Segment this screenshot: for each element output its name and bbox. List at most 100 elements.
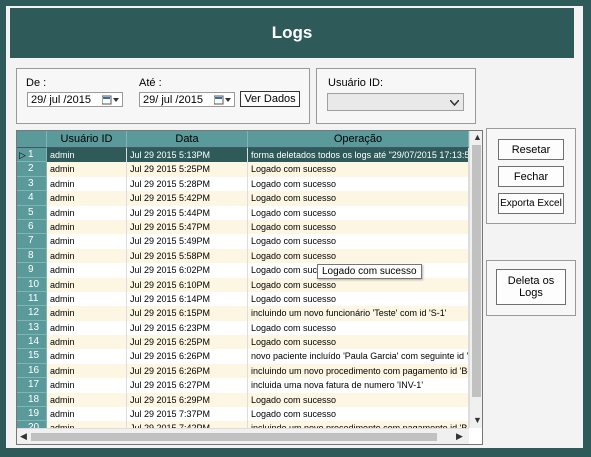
row-header[interactable]: 19: [17, 407, 47, 422]
scroll-thumb[interactable]: [31, 433, 437, 441]
scroll-up-icon[interactable]: ▲: [473, 132, 482, 142]
table-row[interactable]: 17 admin Jul 29 2015 6:27PM incluida uma no…: [17, 378, 469, 393]
row-header[interactable]: 9: [17, 263, 47, 278]
cell-data[interactable]: Jul 29 2015 5:44PM: [127, 205, 248, 220]
cell-usuario-id[interactable]: admin: [47, 219, 127, 235]
row-header[interactable]: 3: [17, 176, 47, 192]
vertical-scrollbar[interactable]: ▲ ▼: [469, 131, 482, 428]
cell-operacao[interactable]: Logado com sucesso: [248, 248, 469, 264]
cell-usuario-id[interactable]: admin: [47, 277, 127, 292]
fechar-button[interactable]: Fechar: [498, 166, 564, 187]
cell-usuario-id[interactable]: admin: [47, 176, 127, 192]
cell-operacao[interactable]: incluida uma nova fatura de numero 'INV-…: [248, 378, 469, 393]
deleta-logs-button[interactable]: Deleta os Logs: [496, 269, 566, 305]
resetar-button[interactable]: Resetar: [498, 139, 564, 160]
table-row[interactable]: 12 admin Jul 29 2015 6:15PM incluindo um no…: [17, 306, 469, 321]
row-header[interactable]: 11: [17, 291, 47, 307]
scroll-left-icon[interactable]: ◀: [20, 431, 27, 442]
cell-data[interactable]: Jul 29 2015 6:14PM: [127, 291, 248, 307]
cell-operacao[interactable]: Logado com sucesso: [248, 162, 469, 177]
row-header[interactable]: 16: [17, 363, 47, 379]
cell-operacao[interactable]: Logado com sucesso: [248, 176, 469, 192]
cell-usuario-id[interactable]: admin: [47, 263, 127, 278]
cell-operacao[interactable]: Logado com sucesso: [248, 407, 469, 422]
cell-usuario-id[interactable]: admin: [47, 392, 127, 408]
cell-data[interactable]: Jul 29 2015 6:15PM: [127, 306, 248, 321]
cell-usuario-id[interactable]: admin: [47, 407, 127, 422]
scroll-down-icon[interactable]: ▼: [473, 415, 482, 425]
column-header-usuario-id[interactable]: Usuário ID: [47, 131, 127, 148]
row-header[interactable]: 14: [17, 335, 47, 350]
cell-operacao[interactable]: incluindo um novo procedimento com pagam…: [248, 363, 469, 379]
table-row[interactable]: 14 admin Jul 29 2015 6:25PM Logado com suce…: [17, 335, 469, 350]
cell-usuario-id[interactable]: admin: [47, 248, 127, 264]
ver-dados-button[interactable]: Ver Dados: [240, 91, 300, 107]
cell-operacao[interactable]: Logado com sucesso: [248, 320, 469, 336]
calendar-dropdown-icon[interactable]: [214, 94, 232, 105]
cell-usuario-id[interactable]: admin: [47, 291, 127, 307]
row-header[interactable]: 10: [17, 277, 47, 292]
cell-data[interactable]: Jul 29 2015 5:47PM: [127, 219, 248, 235]
cell-usuario-id[interactable]: admin: [47, 148, 127, 163]
scroll-right-icon[interactable]: ▶: [456, 431, 463, 442]
cell-operacao[interactable]: Logado com sucesso: [248, 291, 469, 307]
cell-usuario-id[interactable]: admin: [47, 349, 127, 364]
cell-operacao[interactable]: Logado com sucesso: [248, 392, 469, 408]
ate-date-picker[interactable]: 29/ jul /2015: [139, 92, 235, 107]
cell-usuario-id[interactable]: admin: [47, 205, 127, 220]
table-row[interactable]: 5 admin Jul 29 2015 5:44PM Logado com suces…: [17, 205, 469, 220]
cell-usuario-id[interactable]: admin: [47, 162, 127, 177]
cell-data[interactable]: Jul 29 2015 5:28PM: [127, 176, 248, 192]
horizontal-scrollbar[interactable]: ◀ ▶: [17, 428, 469, 444]
usuario-id-select[interactable]: [327, 93, 464, 111]
table-row[interactable]: 15 admin Jul 29 2015 6:26PM novo paciente i…: [17, 349, 469, 364]
cell-data[interactable]: Jul 29 2015 6:10PM: [127, 277, 248, 292]
cell-data[interactable]: Jul 29 2015 6:26PM: [127, 363, 248, 379]
table-row[interactable]: 4 admin Jul 29 2015 5:42PM Logado com suces…: [17, 191, 469, 206]
cell-operacao[interactable]: Logado com sucesso: [248, 219, 469, 235]
cell-operacao[interactable]: novo paciente incluído 'Paula Garcia' co…: [248, 349, 469, 364]
cell-usuario-id[interactable]: admin: [47, 335, 127, 350]
column-header-data[interactable]: Data: [127, 131, 248, 148]
row-header[interactable]: 12: [17, 306, 47, 321]
cell-operacao[interactable]: Logado com sucesso: [248, 205, 469, 220]
row-header[interactable]: 13: [17, 320, 47, 336]
cell-operacao[interactable]: forma deletados todos os logs até "29/07…: [248, 148, 469, 163]
calendar-dropdown-icon[interactable]: [102, 94, 120, 105]
table-row[interactable]: 7 admin Jul 29 2015 5:49PM Logado com suces…: [17, 234, 469, 249]
row-header[interactable]: 18: [17, 392, 47, 408]
cell-data[interactable]: Jul 29 2015 6:02PM: [127, 263, 248, 278]
cell-data[interactable]: Jul 29 2015 5:13PM: [127, 148, 248, 163]
cell-operacao[interactable]: incluindo um novo funcionário 'Teste' co…: [248, 306, 469, 321]
table-row[interactable]: 8 admin Jul 29 2015 5:58PM Logado com suces…: [17, 248, 469, 264]
table-row[interactable]: 19 admin Jul 29 2015 7:37PM Logado com suce…: [17, 407, 469, 422]
de-date-picker[interactable]: 29/ jul /2015: [27, 92, 123, 107]
table-row[interactable]: 3 admin Jul 29 2015 5:28PM Logado com suces…: [17, 176, 469, 192]
cell-usuario-id[interactable]: admin: [47, 320, 127, 336]
cell-usuario-id[interactable]: admin: [47, 234, 127, 249]
table-row[interactable]: 16 admin Jul 29 2015 6:26PM incluindo um no…: [17, 363, 469, 379]
cell-usuario-id[interactable]: admin: [47, 306, 127, 321]
cell-operacao[interactable]: Logado com sucesso: [248, 191, 469, 206]
cell-data[interactable]: Jul 29 2015 5:25PM: [127, 162, 248, 177]
row-header[interactable]: 2: [17, 162, 47, 177]
row-header[interactable]: 15: [17, 349, 47, 364]
cell-usuario-id[interactable]: admin: [47, 363, 127, 379]
row-header[interactable]: 1 ▷: [17, 148, 47, 163]
column-header-operacao[interactable]: Operação: [248, 131, 469, 148]
cell-data[interactable]: Jul 29 2015 6:26PM: [127, 349, 248, 364]
cell-operacao[interactable]: Logado com sucesso: [248, 335, 469, 350]
row-header[interactable]: 4: [17, 191, 47, 206]
table-row[interactable]: 13 admin Jul 29 2015 6:23PM Logado com suce…: [17, 320, 469, 336]
table-row[interactable]: 1 ▷ admin Jul 29 2015 5:13PM forma deletados…: [17, 148, 469, 163]
cell-usuario-id[interactable]: admin: [47, 191, 127, 206]
cell-data[interactable]: Jul 29 2015 7:37PM: [127, 407, 248, 422]
cell-operacao[interactable]: Logado com sucesso: [248, 234, 469, 249]
row-header[interactable]: 17: [17, 378, 47, 393]
logs-grid[interactable]: Usuário ID Data Operação 1 ▷ admin Jul 29 2…: [16, 130, 483, 445]
table-row[interactable]: 10 admin Jul 29 2015 6:10PM Logado com suce…: [17, 277, 469, 292]
cell-data[interactable]: Jul 29 2015 6:29PM: [127, 392, 248, 408]
cell-data[interactable]: Jul 29 2015 5:49PM: [127, 234, 248, 249]
table-row[interactable]: 11 admin Jul 29 2015 6:14PM Logado com suce…: [17, 291, 469, 307]
row-header[interactable]: 8: [17, 248, 47, 264]
